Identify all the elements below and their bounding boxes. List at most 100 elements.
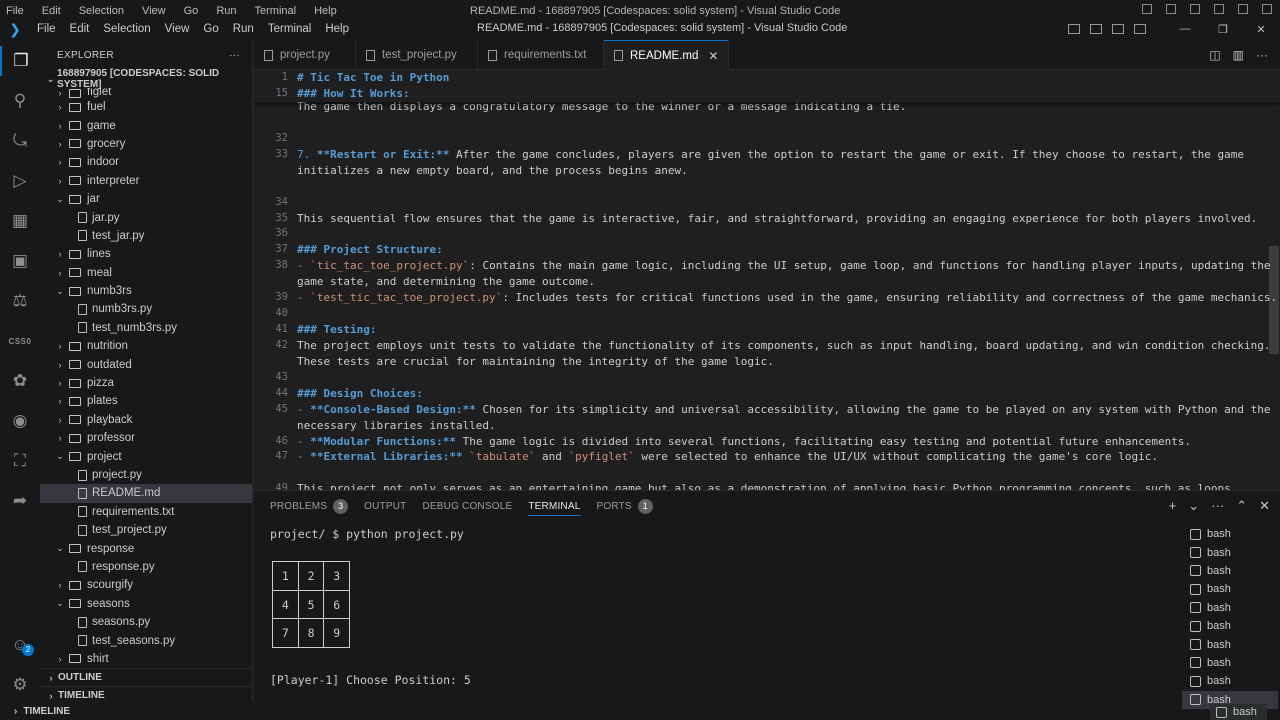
explorer-more-actions-icon[interactable]: ··· [229, 50, 240, 61]
testing-icon[interactable]: ⚖ [0, 286, 40, 316]
panel-tab-terminal[interactable]: TERMINAL [528, 491, 581, 521]
folder-item[interactable]: › indoor [40, 153, 252, 171]
file-item[interactable]: project.py [40, 466, 252, 484]
file-item[interactable]: numb3rs.py [40, 300, 252, 318]
file-item[interactable]: requirements.txt [40, 503, 252, 521]
more-actions-icon[interactable]: ··· [1256, 48, 1268, 62]
cs50-duck-icon[interactable]: ✿ [0, 366, 40, 396]
ghost-title-bar: File Edit Selection View Go Run Terminal Help R… [0, 0, 1280, 18]
menu-help[interactable]: Help [318, 23, 356, 35]
menu-file[interactable]: File [30, 23, 63, 35]
maximize-panel-icon[interactable]: ⌃ [1236, 498, 1247, 514]
menu-go[interactable]: Go [196, 23, 225, 35]
folder-item[interactable]: ⌄ seasons [40, 595, 252, 613]
line-text: 7. **Restart or Exit:** After the game c… [297, 148, 1244, 161]
folder-item[interactable]: › meal [40, 264, 252, 282]
terminal-dropdown-icon[interactable]: ⌄ [1188, 498, 1199, 514]
toggle-panel-icon[interactable] [1090, 24, 1102, 34]
folder-item[interactable]: › outdated [40, 355, 252, 373]
file-item[interactable]: test_numb3rs.py [40, 319, 252, 337]
more-actions-icon[interactable]: ··· [1211, 498, 1224, 514]
editor-scrollbar[interactable] [1268, 70, 1280, 490]
timeline-section[interactable]: › TIMELINE [40, 686, 252, 702]
file-item[interactable]: jar.py [40, 208, 252, 226]
terminal-list-item[interactable]: bash [1182, 654, 1278, 672]
folder-item[interactable]: › scourgify [40, 576, 252, 594]
outline-section[interactable]: › OUTLINE [40, 668, 252, 686]
file-item[interactable]: test_seasons.py [40, 631, 252, 649]
code-token: The game logic is divided into several f… [455, 434, 1192, 448]
panel-tab-label: PORTS [596, 500, 632, 512]
tab-requirements-txt[interactable]: requirements.txt [478, 40, 604, 70]
github-icon[interactable]: ◉ [0, 406, 40, 436]
remote-explorer-icon[interactable]: ▣ [0, 246, 40, 276]
file-item[interactable]: response.py [40, 558, 252, 576]
menu-selection[interactable]: Selection [96, 23, 157, 35]
file-item[interactable]: README.md [40, 484, 252, 503]
folder-item[interactable]: ⌄ response [40, 539, 252, 557]
docker-icon[interactable]: ⛶ [0, 446, 40, 476]
new-terminal-icon[interactable]: + [1169, 498, 1177, 514]
source-control-icon[interactable]: ⤿ [0, 126, 40, 156]
close-icon[interactable]: ✕ [708, 49, 718, 63]
terminal-list-item[interactable]: bash [1182, 635, 1278, 653]
live-share-icon[interactable]: ➦ [0, 486, 40, 516]
explorer-icon[interactable]: ❐ [0, 46, 40, 76]
css0-icon[interactable]: CSS0 [0, 326, 40, 356]
toggle-primary-sidebar-icon[interactable] [1068, 24, 1080, 34]
terminal-list-item[interactable]: bash [1182, 599, 1278, 617]
search-icon[interactable]: ⚲ [0, 86, 40, 116]
toggle-secondary-sidebar-icon[interactable] [1112, 24, 1124, 34]
accounts-icon[interactable]: ☺ 2 [0, 630, 40, 660]
panel-tab-ports[interactable]: PORTS 1 [597, 491, 653, 521]
minimize-button[interactable]: — [1166, 23, 1204, 35]
menu-terminal[interactable]: Terminal [261, 23, 318, 35]
terminal-list-item[interactable]: bash [1182, 580, 1278, 598]
folder-item[interactable]: ⌄ jar [40, 190, 252, 208]
terminal-list-item[interactable]: bash [1182, 543, 1278, 561]
folder-item[interactable]: › pizza [40, 374, 252, 392]
markdown-editor[interactable]: The game then displays a congratulatory … [254, 70, 1280, 490]
folder-item[interactable]: › nutrition [40, 337, 252, 355]
folder-item[interactable]: › professor [40, 429, 252, 447]
tab-test-project-py[interactable]: test_project.py [356, 40, 478, 70]
folder-item[interactable]: › shirt [40, 650, 252, 668]
run-debug-icon[interactable]: ▷ [0, 166, 40, 196]
menu-edit[interactable]: Edit [63, 23, 97, 35]
menu-run[interactable]: Run [226, 23, 261, 35]
file-item[interactable]: test_project.py [40, 521, 252, 539]
settings-icon[interactable]: ⚙ [0, 670, 40, 700]
workspace-root[interactable]: ⌄ 168897905 [CODESPACES: SOLID SYSTEM] [40, 68, 252, 90]
customize-layout-icon[interactable] [1134, 24, 1146, 34]
folder-item[interactable]: ⌄ project [40, 447, 252, 465]
file-item[interactable]: seasons.py [40, 613, 252, 631]
folder-item[interactable]: › figlet [40, 88, 252, 98]
folder-item[interactable]: › game [40, 116, 252, 134]
tree-item-label: fuel [87, 101, 106, 114]
panel-tab-problems[interactable]: PROBLEMS 3 [270, 491, 349, 521]
panel-tab-output[interactable]: OUTPUT [364, 491, 406, 521]
tab-readme-md[interactable]: README.md ✕ [604, 40, 730, 70]
panel-tab-debug-console[interactable]: DEBUG CONSOLE [422, 491, 512, 521]
tab-project-py[interactable]: project.py [254, 40, 356, 70]
terminal-list-item[interactable]: bash [1182, 672, 1278, 690]
extensions-icon[interactable]: ▦ [0, 206, 40, 236]
split-editor-icon[interactable]: ▥ [1233, 48, 1244, 62]
folder-item[interactable]: ⌄ numb3rs [40, 282, 252, 300]
close-window-button[interactable]: ✕ [1242, 23, 1280, 36]
open-preview-icon[interactable]: ◫ [1209, 48, 1220, 62]
folder-item[interactable]: › grocery [40, 135, 252, 153]
terminal-list-item[interactable]: bash [1182, 562, 1278, 580]
terminal[interactable]: project/ $ python project.py 123456789 [… [270, 527, 1170, 697]
folder-item[interactable]: › lines [40, 245, 252, 263]
folder-item[interactable]: › playback [40, 411, 252, 429]
maximize-button[interactable]: ❐ [1204, 23, 1242, 36]
folder-item[interactable]: › fuel [40, 98, 252, 116]
close-panel-icon[interactable]: ✕ [1259, 498, 1270, 514]
file-item[interactable]: test_jar.py [40, 227, 252, 245]
folder-item[interactable]: › interpreter [40, 172, 252, 190]
menu-view[interactable]: View [158, 23, 197, 35]
folder-item[interactable]: › plates [40, 392, 252, 410]
terminal-list-item[interactable]: bash [1182, 525, 1278, 543]
terminal-list-item[interactable]: bash [1182, 617, 1278, 635]
